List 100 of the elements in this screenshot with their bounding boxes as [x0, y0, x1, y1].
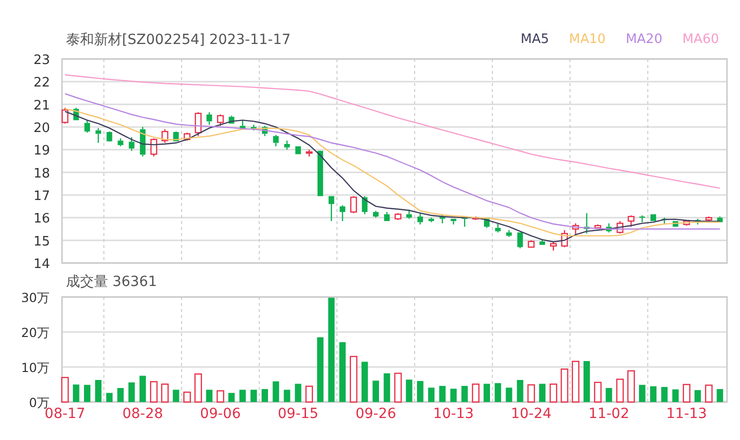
candlestick [484, 217, 490, 228]
candlestick [472, 216, 480, 220]
volume-bar [117, 388, 124, 402]
candlestick [639, 215, 645, 222]
legend-label: MA20 [626, 31, 662, 49]
volume-bar [228, 392, 235, 402]
candlestick [616, 221, 624, 234]
volume-bar [372, 380, 379, 402]
candlestick [428, 218, 434, 222]
volume-bar [650, 386, 656, 402]
volume-bar [161, 384, 169, 403]
volume-bar [450, 388, 457, 402]
candlestick [528, 240, 535, 248]
volume-bar [183, 392, 191, 403]
candlestick [417, 213, 423, 224]
axis-label: 30万 [21, 292, 50, 305]
candlestick [96, 128, 102, 143]
volume-bar [294, 384, 302, 402]
volume-bar [694, 390, 701, 402]
candlestick [517, 232, 523, 248]
axis-label: 20 [33, 121, 50, 136]
candlestick [206, 112, 212, 125]
candlestick [440, 214, 446, 224]
candlestick [373, 210, 379, 218]
candlestick [295, 146, 301, 155]
candlestick [362, 196, 368, 214]
volume-bar [140, 376, 146, 402]
volume-bar [150, 381, 158, 403]
candlestick [328, 196, 334, 222]
candlestick [240, 120, 246, 130]
legend-label: MA10 [569, 31, 606, 49]
volume-bar [494, 383, 502, 402]
volume-bar [472, 384, 480, 403]
volume-bar [362, 362, 368, 402]
candlestick [350, 196, 357, 214]
candlestick [450, 218, 456, 224]
candlestick [340, 205, 346, 222]
candlestick [584, 213, 590, 234]
volume-bar [317, 337, 324, 402]
volume-bar [560, 368, 568, 403]
axis-label: 22 [33, 76, 50, 91]
volume-bar [406, 380, 412, 402]
volume-bar [527, 384, 535, 403]
volume-bar [716, 389, 724, 402]
volume-bar [394, 372, 402, 403]
candlestick [306, 150, 313, 156]
candlestick [217, 114, 224, 126]
date-label: 11-13 [666, 406, 707, 422]
volume-bar [106, 392, 113, 402]
candlestick [284, 140, 290, 150]
axis-label: 15 [33, 234, 50, 250]
chart-title: 泰和新材[SZ002254] 2023-11-17 [66, 31, 291, 50]
candlestick [150, 138, 158, 156]
volume-bar [516, 380, 524, 402]
volume-bar [272, 381, 280, 402]
candlestick [194, 112, 202, 136]
candlestick [162, 129, 168, 143]
date-label: 10-13 [433, 406, 474, 422]
candlestick [594, 224, 602, 229]
volume-bar [350, 356, 358, 403]
volume-bar [194, 373, 202, 403]
volume-bar [239, 390, 246, 402]
volume-bar [639, 384, 646, 402]
candlestick [561, 230, 568, 248]
date-label: 10-24 [510, 406, 552, 422]
volume-bar [128, 382, 135, 402]
candlestick [550, 241, 557, 251]
candlestick [84, 120, 90, 133]
candlestick [540, 239, 546, 246]
volume-bar [539, 384, 546, 402]
candlestick [462, 217, 468, 227]
volume-bar [439, 386, 446, 402]
candlestick [606, 223, 612, 232]
date-label: 09-26 [355, 406, 396, 422]
volume-bar [305, 386, 313, 403]
volume-bar [339, 342, 346, 402]
volume-bar [594, 382, 602, 403]
candlestick [717, 216, 723, 223]
candlestick [128, 137, 134, 151]
candlestick [384, 212, 390, 222]
candlestick [173, 132, 179, 142]
date-label: 08-28 [122, 406, 164, 422]
date-label: 11-02 [588, 406, 630, 422]
axis-label: 23 [33, 53, 50, 68]
candlestick [650, 214, 656, 222]
candlestick [273, 134, 279, 146]
candlestick [705, 216, 712, 222]
date-label: 09-06 [200, 406, 241, 422]
volume-bar [172, 390, 180, 402]
volume-bar [672, 389, 679, 402]
volume-bar [384, 373, 390, 402]
axis-label: 18 [33, 166, 50, 182]
volume-bar [616, 378, 624, 403]
candlestick [683, 220, 690, 226]
volume-bar [550, 384, 558, 403]
candlestick [73, 108, 79, 121]
volume-title: 成交量 36361 [66, 273, 157, 291]
candlestick [394, 213, 402, 220]
candlestick [495, 223, 501, 232]
candlestick [406, 210, 412, 219]
